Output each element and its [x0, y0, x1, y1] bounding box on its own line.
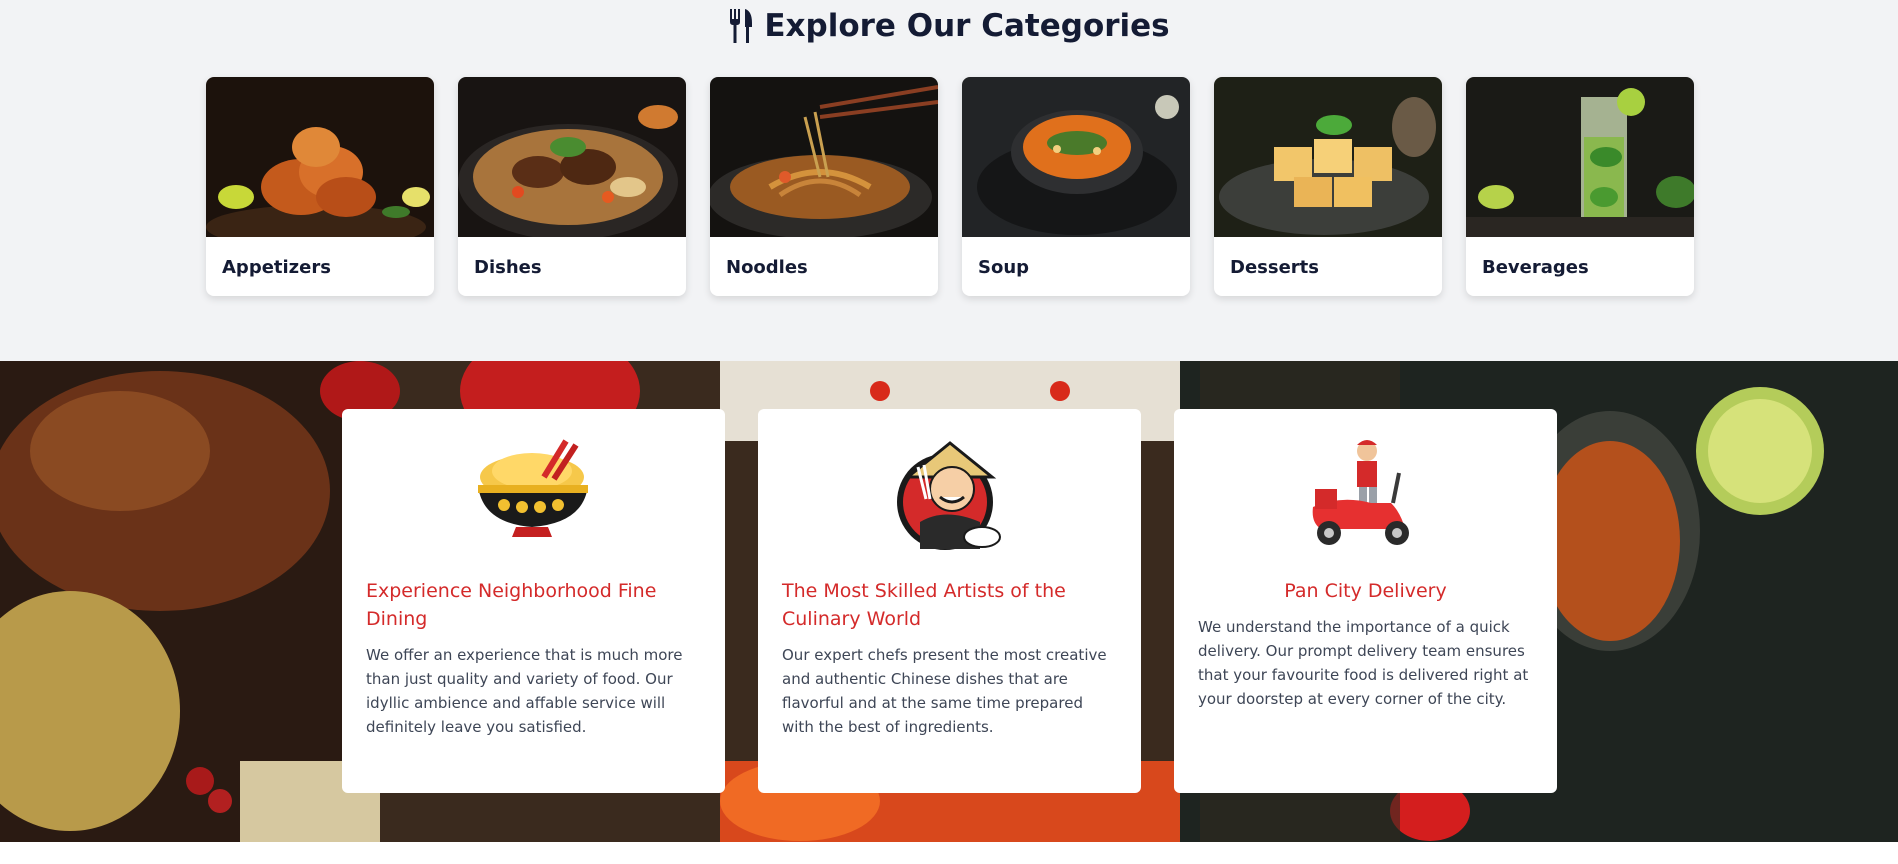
- dessert-cubes-photo: [1214, 77, 1442, 237]
- categories-heading: Explore Our Categories: [0, 8, 1898, 44]
- feature-title: Experience Neighborhood Fine Dining: [366, 580, 657, 630]
- fork-knife-icon: [730, 9, 753, 43]
- category-card-soup[interactable]: Soup: [962, 77, 1190, 296]
- category-label: Beverages: [1482, 257, 1589, 278]
- categories-title: Explore Our Categories: [764, 8, 1170, 44]
- page-bottom-strip: [0, 842, 1898, 864]
- category-label: Noodles: [726, 257, 808, 278]
- category-card-appetizers[interactable]: Appetizers: [206, 77, 434, 296]
- category-label: Desserts: [1230, 257, 1319, 278]
- feature-title: Pan City Delivery: [1284, 580, 1447, 602]
- feature-title: The Most Skilled Artists of the Culinary…: [782, 580, 1066, 630]
- category-label: Soup: [978, 257, 1030, 278]
- category-card-dishes[interactable]: Dishes: [458, 77, 686, 296]
- feature-description: Our expert chefs present the most creati…: [782, 646, 1107, 736]
- feature-card-fine-dining: Experience Neighborhood Fine Dining We o…: [342, 409, 725, 793]
- feature-description: We offer an experience that is much more…: [366, 646, 683, 736]
- fried-shrimp-photo: [206, 77, 434, 237]
- category-card-noodles[interactable]: Noodles: [710, 77, 938, 296]
- mojito-drink-photo: [1466, 77, 1694, 237]
- category-label: Dishes: [474, 257, 542, 278]
- rice-dish-photo: [458, 77, 686, 237]
- feature-card-skilled-chefs: The Most Skilled Artists of the Culinary…: [758, 409, 1141, 793]
- noodles-chopsticks-photo: [710, 77, 938, 237]
- delivery-scooter-icon: [1312, 440, 1409, 545]
- category-label: Appetizers: [222, 257, 331, 278]
- rice-bowl-chopsticks-icon: [477, 439, 588, 537]
- features-section: Experience Neighborhood Fine Dining We o…: [0, 361, 1898, 842]
- category-card-desserts[interactable]: Desserts: [1214, 77, 1442, 296]
- category-card-beverages[interactable]: Beverages: [1466, 77, 1694, 296]
- feature-card-delivery: Pan City Delivery We understand the impo…: [1174, 409, 1557, 793]
- chef-mascot-icon: [896, 441, 1001, 550]
- category-grid: Appetizers Dishes Noodles Soup Desserts …: [206, 77, 1694, 296]
- feature-description: We understand the importance of a quick …: [1198, 618, 1529, 708]
- categories-section: Explore Our Categories Appetizers Dishes…: [0, 0, 1898, 361]
- soup-bowl-photo: [962, 77, 1190, 237]
